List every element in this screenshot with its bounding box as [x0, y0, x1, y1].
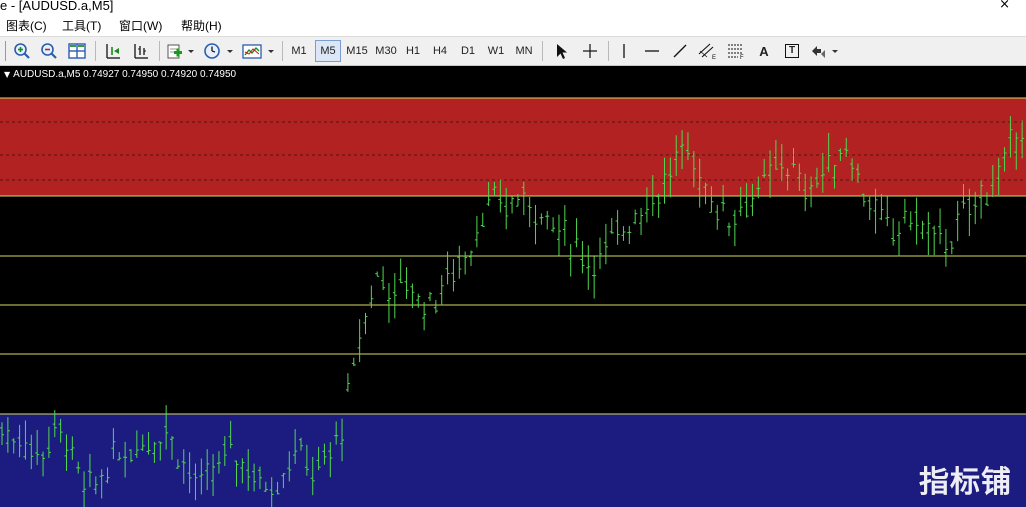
- toolbar-separator: [608, 41, 609, 61]
- auto-scroll-button[interactable]: [130, 40, 152, 62]
- svg-text:E: E: [712, 55, 716, 60]
- menu-help[interactable]: 帮助(H): [181, 17, 222, 34]
- timeframe-w1[interactable]: W1: [483, 40, 509, 62]
- toolbar-separator: [159, 41, 160, 61]
- trendline-button[interactable]: [669, 40, 691, 62]
- trendline-icon: [673, 44, 687, 58]
- templates-icon: [242, 44, 274, 59]
- horizontal-line-button[interactable]: [641, 40, 663, 62]
- periods-button[interactable]: [202, 40, 234, 62]
- timeframe-h4[interactable]: H4: [427, 40, 453, 62]
- menu-window[interactable]: 窗口(W): [119, 17, 162, 34]
- timeframe-mn[interactable]: MN: [511, 40, 537, 62]
- zoom-in-icon: [14, 43, 30, 59]
- timeframe-m5[interactable]: M5: [315, 40, 341, 62]
- cursor-button[interactable]: [549, 40, 573, 62]
- zoom-out-button[interactable]: [38, 40, 60, 62]
- cursor-arrow-icon: [557, 44, 567, 59]
- timeframe-d1[interactable]: D1: [455, 40, 481, 62]
- svg-text:F: F: [740, 55, 744, 60]
- toolbar-separator: [282, 41, 283, 61]
- toolbar-separator: [542, 41, 543, 61]
- equidistant-channel-icon: E: [698, 43, 716, 60]
- indicators-button[interactable]: [165, 40, 195, 62]
- timeframe-m15[interactable]: M15: [343, 40, 371, 62]
- zoom-in-button[interactable]: [11, 40, 33, 62]
- timeframe-m1[interactable]: M1: [286, 40, 312, 62]
- price-chart[interactable]: ▼ AUDUSD.a,M5 0.74927 0.74950 0.74920 0.7…: [0, 66, 1026, 507]
- chart-canvas[interactable]: [0, 66, 1026, 507]
- menu-bar: 图表(C) 工具(T) 窗口(W) 帮助(H): [0, 14, 1026, 37]
- toolbar-grip: [5, 41, 6, 61]
- timeframe-m30[interactable]: M30: [372, 40, 400, 62]
- zoom-out-icon: [41, 43, 57, 59]
- dropdown-arrow-icon: ▼: [4, 70, 11, 79]
- fibonacci-button[interactable]: F: [725, 40, 747, 62]
- timeframe-h1[interactable]: H1: [400, 40, 426, 62]
- symbol-info: ▼ AUDUSD.a,M5 0.74927 0.74950 0.74920 0.7…: [4, 69, 236, 80]
- text-label-button[interactable]: T: [781, 40, 803, 62]
- vertical-line-button[interactable]: [613, 40, 635, 62]
- horizontal-line-icon: [645, 50, 659, 52]
- arrows-icon: [812, 46, 838, 58]
- menu-charts[interactable]: 图表(C): [6, 17, 47, 34]
- tile-windows-button[interactable]: [66, 40, 88, 62]
- window-title: e - [AUDUSD.a,M5]: [0, 0, 114, 13]
- crosshair-button[interactable]: [578, 40, 602, 62]
- vertical-line-icon: [623, 44, 625, 58]
- text-tool-button[interactable]: A: [753, 40, 775, 62]
- text-label-icon: T: [785, 44, 799, 58]
- support-zone: [0, 414, 1026, 507]
- symbol-info-text: AUDUSD.a,M5 0.74927 0.74950 0.74920 0.74…: [13, 69, 237, 80]
- menu-tools[interactable]: 工具(T): [62, 17, 101, 34]
- arrows-button[interactable]: [808, 40, 840, 62]
- window-title-bar: e - [AUDUSD.a,M5] ×: [0, 0, 1026, 14]
- crosshair-icon: [583, 44, 597, 58]
- templates-button[interactable]: [241, 40, 275, 62]
- fibonacci-icon: F: [728, 44, 744, 60]
- chart-shift-button[interactable]: [102, 40, 124, 62]
- auto-scroll-icon: [134, 44, 148, 59]
- resistance-zone: [0, 98, 1026, 196]
- watermark: 指标铺: [919, 465, 1012, 500]
- clock-icon: [204, 43, 233, 59]
- toolbar: M1 M5 M15 M30 H1 H4 D1 W1 MN E F A T: [0, 37, 1026, 66]
- chart-shift-icon: [106, 44, 120, 59]
- close-icon[interactable]: ×: [999, 0, 1010, 12]
- equidistant-channel-button[interactable]: E: [697, 40, 719, 62]
- toolbar-separator: [95, 41, 96, 61]
- indicators-icon: [167, 44, 194, 59]
- tile-windows-icon: [68, 43, 86, 59]
